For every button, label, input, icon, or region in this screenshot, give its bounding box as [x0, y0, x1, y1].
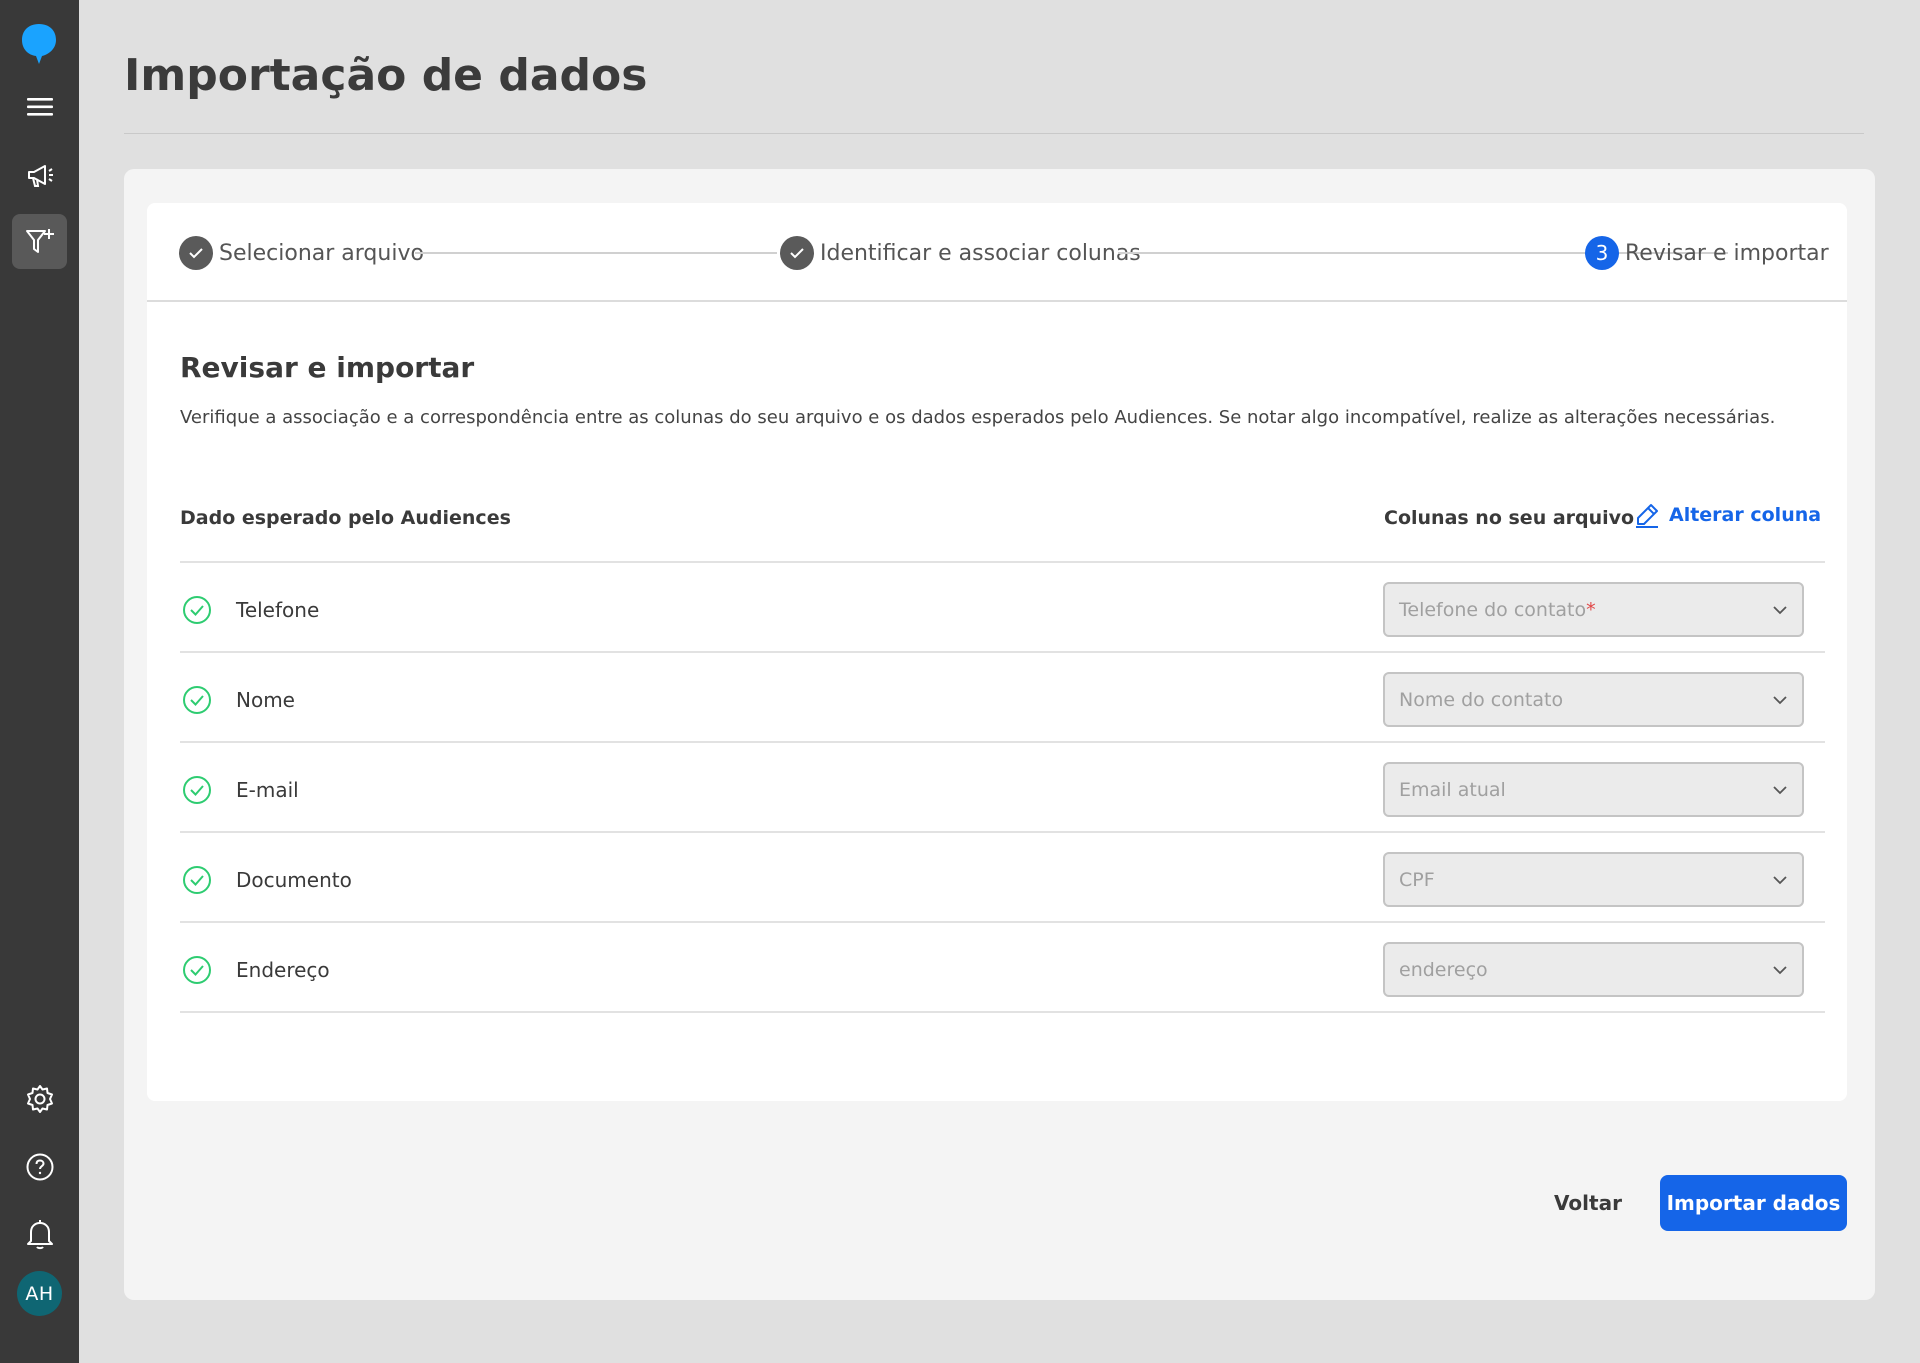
- check-icon: [179, 236, 213, 270]
- menu-button[interactable]: [12, 79, 67, 134]
- file-columns-header: Colunas no seu arquivo: [1384, 507, 1635, 529]
- sidebar-item-notifications[interactable]: [12, 1206, 67, 1261]
- column-select-documento[interactable]: CPF: [1383, 852, 1804, 907]
- chevron-down-icon: [1773, 695, 1787, 704]
- change-column-label: Alterar coluna: [1669, 504, 1822, 526]
- step-connector: [415, 252, 777, 254]
- pencil-icon: [1636, 504, 1658, 528]
- step-label: Revisar e importar: [1625, 240, 1829, 266]
- check-circle-icon: [183, 686, 211, 714]
- sidebar-item-campaigns[interactable]: [12, 147, 67, 202]
- select-value: CPF: [1399, 868, 1435, 891]
- check-circle-icon: [183, 776, 211, 804]
- gear-icon: [26, 1084, 53, 1113]
- row-label-telefone: Telefone: [236, 598, 320, 622]
- table-divider: [180, 921, 1825, 923]
- step-number: 3: [1585, 236, 1619, 270]
- bell-icon: [26, 1219, 53, 1249]
- column-select-telefone[interactable]: Telefone do contato*: [1383, 582, 1804, 637]
- step-map-columns[interactable]: Identificar e associar colunas: [780, 236, 1141, 270]
- section-description: Verifique a associação e a correspondênc…: [180, 407, 1776, 428]
- table-divider: [180, 741, 1825, 743]
- logo-icon[interactable]: [20, 22, 58, 66]
- table-divider: [180, 561, 1825, 563]
- chevron-down-icon: [1773, 875, 1787, 884]
- column-select-email[interactable]: Email atual: [1383, 762, 1804, 817]
- step-label: Identificar e associar colunas: [820, 240, 1141, 266]
- avatar[interactable]: AH: [17, 1271, 62, 1316]
- chevron-down-icon: [1773, 785, 1787, 794]
- page-title: Importação de dados: [124, 50, 648, 101]
- sidebar-item-settings[interactable]: [12, 1071, 67, 1126]
- menu-icon: [26, 97, 53, 116]
- back-button[interactable]: Voltar: [1536, 1175, 1640, 1231]
- section-title: Revisar e importar: [180, 351, 475, 384]
- import-button[interactable]: Importar dados: [1660, 1175, 1847, 1231]
- check-icon: [780, 236, 814, 270]
- select-value: Nome do contato: [1399, 688, 1564, 711]
- table-divider: [180, 831, 1825, 833]
- chevron-down-icon: [1773, 965, 1787, 974]
- sidebar-item-audiences[interactable]: [12, 214, 67, 269]
- expected-data-header: Dado esperado pelo Audiences: [180, 507, 511, 529]
- chevron-down-icon: [1773, 605, 1787, 614]
- title-divider: [124, 133, 1864, 134]
- step-select-file[interactable]: Selecionar arquivo: [179, 236, 424, 270]
- check-circle-icon: [183, 866, 211, 894]
- select-value: endereço: [1399, 958, 1488, 981]
- row-label-documento: Documento: [236, 868, 352, 892]
- table-divider: [180, 651, 1825, 653]
- wizard-panel: Selecionar arquivo Identificar e associa…: [147, 203, 1847, 1101]
- sidebar: AH: [0, 0, 79, 1363]
- change-column-button[interactable]: Alterar coluna: [1633, 501, 1821, 529]
- column-select-endereco[interactable]: endereço: [1383, 942, 1804, 997]
- filter-add-icon: [25, 228, 54, 253]
- check-circle-icon: [183, 956, 211, 984]
- row-label-email: E-mail: [236, 778, 299, 802]
- required-marker: *: [1586, 598, 1596, 621]
- sidebar-item-help[interactable]: [12, 1139, 67, 1194]
- step-label: Selecionar arquivo: [219, 240, 424, 266]
- table-divider: [180, 1011, 1825, 1013]
- select-value: Email atual: [1399, 778, 1506, 801]
- stepper: Selecionar arquivo Identificar e associa…: [147, 203, 1847, 302]
- row-label-nome: Nome: [236, 688, 295, 712]
- megaphone-icon: [27, 164, 53, 187]
- select-value: Telefone do contato: [1399, 598, 1587, 621]
- help-icon: [26, 1153, 53, 1180]
- row-label-endereco: Endereço: [236, 958, 330, 982]
- step-review-import[interactable]: 3 Revisar e importar: [1585, 236, 1829, 270]
- check-circle-icon: [183, 596, 211, 624]
- column-select-nome[interactable]: Nome do contato: [1383, 672, 1804, 727]
